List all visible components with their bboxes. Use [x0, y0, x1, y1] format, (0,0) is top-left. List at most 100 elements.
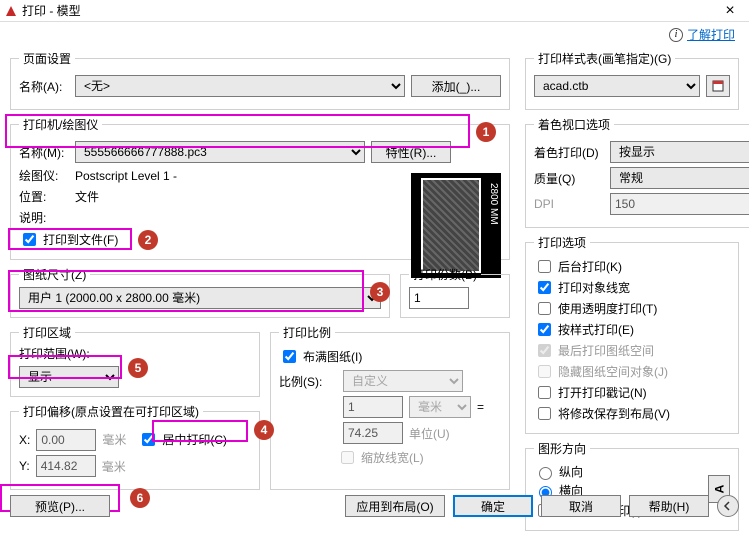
badge-3: 3	[370, 282, 390, 302]
offset-y-unit: 毫米	[102, 458, 126, 475]
location-label: 位置:	[19, 188, 69, 205]
scale-group: 打印比例 布满图纸(I) 比例(S): 自定义 毫米 = 单位(U) 缩	[270, 324, 510, 490]
help-button[interactable]: 帮助(H)	[629, 495, 709, 517]
close-icon[interactable]: ×	[715, 2, 745, 20]
collapse-button[interactable]	[717, 495, 739, 517]
style-table-select[interactable]: acad.ctb	[534, 75, 700, 97]
style-table-legend: 打印样式表(画笔指定)(G)	[534, 50, 675, 67]
preview-button[interactable]: 预览(P)...	[10, 495, 110, 517]
badge-1: 1	[476, 122, 496, 142]
printer-name-label: 名称(M):	[19, 144, 69, 161]
shade-select[interactable]: 按显示	[610, 141, 749, 163]
printer-legend: 打印机/绘图仪	[19, 116, 102, 133]
badge-2: 2	[138, 230, 158, 250]
title-bar: 打印 - 模型 ×	[0, 0, 749, 22]
portrait-radio[interactable]	[539, 467, 552, 480]
paper-size-group: 图纸尺寸(Z) 用户 1 (2000.00 x 2800.00 毫米)	[10, 266, 390, 318]
ok-button[interactable]: 确定	[453, 495, 533, 517]
print-options-legend: 打印选项	[534, 234, 590, 251]
opt-hide-checkbox	[538, 365, 551, 378]
print-to-file-label: 打印到文件(F)	[43, 231, 118, 248]
plotter-value: Postscript Level 1 -	[75, 169, 177, 183]
equals-icon: =	[477, 400, 484, 414]
scale-unit2-label: 单位(U)	[409, 425, 450, 442]
printer-name-select[interactable]: 555566666777888.pc3	[75, 141, 365, 163]
pagesetup-name-label: 名称(A):	[19, 78, 69, 95]
offset-y-label: Y:	[19, 459, 30, 473]
center-print-checkbox[interactable]	[142, 433, 155, 446]
offset-group: 打印偏移(原点设置在可打印区域) X: 毫米 居中打印(C) Y: 毫米	[10, 403, 260, 490]
print-to-file-checkbox[interactable]	[23, 233, 36, 246]
print-area-legend: 打印区域	[19, 324, 75, 341]
printer-props-button[interactable]: 特性(R)...	[371, 141, 451, 163]
app-logo	[4, 4, 18, 18]
shade-label: 着色打印(D)	[534, 144, 604, 161]
center-print-label: 居中打印(C)	[162, 431, 227, 448]
dpi-input	[610, 193, 749, 215]
style-table-edit-button[interactable]	[706, 75, 730, 97]
style-table-group: 打印样式表(画笔指定)(G) acad.ctb	[525, 50, 739, 110]
pagesetup-name-select[interactable]: <无>	[75, 75, 405, 97]
opt-save-label: 将修改保存到布局(V)	[558, 405, 670, 422]
cancel-button[interactable]: 取消	[541, 495, 621, 517]
paper-preview-thumb: 2800 MM	[411, 173, 501, 278]
offset-x-label: X:	[19, 433, 30, 447]
scale-unit1-select: 毫米	[409, 396, 471, 418]
viewport-legend: 着色视口选项	[534, 116, 614, 133]
scale-legend: 打印比例	[279, 324, 335, 341]
opt-style-label: 按样式打印(E)	[558, 321, 634, 338]
location-value: 文件	[75, 188, 99, 205]
page-setup-group: 页面设置 名称(A): <无> 添加(_)...	[10, 50, 510, 110]
page-setup-legend: 页面设置	[19, 50, 75, 67]
copies-legend: 打印份数(B)	[409, 266, 481, 283]
portrait-label: 纵向	[559, 463, 583, 480]
scale-ratio-select: 自定义	[343, 370, 463, 392]
opt-trans-label: 使用透明度打印(T)	[558, 300, 657, 317]
print-range-select[interactable]: 显示	[19, 366, 119, 388]
quality-label: 质量(Q)	[534, 170, 604, 187]
opt-trans-checkbox[interactable]	[538, 302, 551, 315]
opt-lw-checkbox[interactable]	[538, 281, 551, 294]
offset-legend: 打印偏移(原点设置在可打印区域)	[19, 403, 203, 420]
offset-x-unit: 毫米	[102, 431, 126, 448]
desc-label: 说明:	[19, 209, 69, 226]
plotter-label: 绘图仪:	[19, 167, 69, 184]
chevron-left-icon	[723, 501, 733, 511]
orientation-legend: 图形方向	[534, 440, 590, 457]
opt-lw-label: 打印对象线宽	[558, 279, 630, 296]
learn-print-link[interactable]: 了解打印	[687, 26, 735, 43]
offset-y-input	[36, 455, 96, 477]
opt-save-checkbox[interactable]	[538, 407, 551, 420]
badge-4: 4	[254, 420, 274, 440]
opt-last-label: 最后打印图纸空间	[558, 342, 654, 359]
paper-dim: 2800 MM	[488, 183, 499, 225]
opt-hide-label: 隐藏图纸空间对象(J)	[558, 363, 668, 380]
orientation-group: 图形方向 纵向 横向 上下颠倒打印(-) A	[525, 440, 739, 531]
add-button[interactable]: 添加(_)...	[411, 75, 501, 97]
printer-group: 打印机/绘图仪 名称(M): 555566666777888.pc3 特性(R)…	[10, 116, 510, 260]
scale-num1-input	[343, 396, 403, 418]
apply-layout-button[interactable]: 应用到布局(O)	[345, 495, 445, 517]
viewport-group: 着色视口选项 着色打印(D) 按显示 质量(Q) 常规 DPI	[525, 116, 749, 228]
offset-x-input	[36, 429, 96, 451]
scale-ratio-label: 比例(S):	[279, 373, 337, 390]
opt-stamp-label: 打开打印戳记(N)	[558, 384, 647, 401]
opt-stamp-checkbox[interactable]	[538, 386, 551, 399]
edit-icon	[711, 79, 725, 93]
opt-last-checkbox	[538, 344, 551, 357]
scale-lineweight-label: 缩放线宽(L)	[361, 449, 424, 466]
paper-size-select[interactable]: 用户 1 (2000.00 x 2800.00 毫米)	[19, 287, 381, 309]
quality-select[interactable]: 常规	[610, 167, 749, 189]
scale-lineweight-checkbox	[341, 451, 354, 464]
info-icon: i	[669, 28, 683, 42]
print-options-group: 打印选项 后台打印(K) 打印对象线宽 使用透明度打印(T) 按样式打印(E) …	[525, 234, 739, 434]
paper-size-legend: 图纸尺寸(Z)	[19, 266, 90, 283]
dpi-label: DPI	[534, 197, 604, 211]
copies-input[interactable]	[409, 287, 469, 309]
badge-5: 5	[128, 358, 148, 378]
opt-bg-checkbox[interactable]	[538, 260, 551, 273]
fit-to-paper-checkbox[interactable]	[283, 350, 296, 363]
opt-style-checkbox[interactable]	[538, 323, 551, 336]
copies-group: 打印份数(B)	[400, 266, 510, 318]
fit-to-paper-label: 布满图纸(I)	[303, 348, 362, 365]
